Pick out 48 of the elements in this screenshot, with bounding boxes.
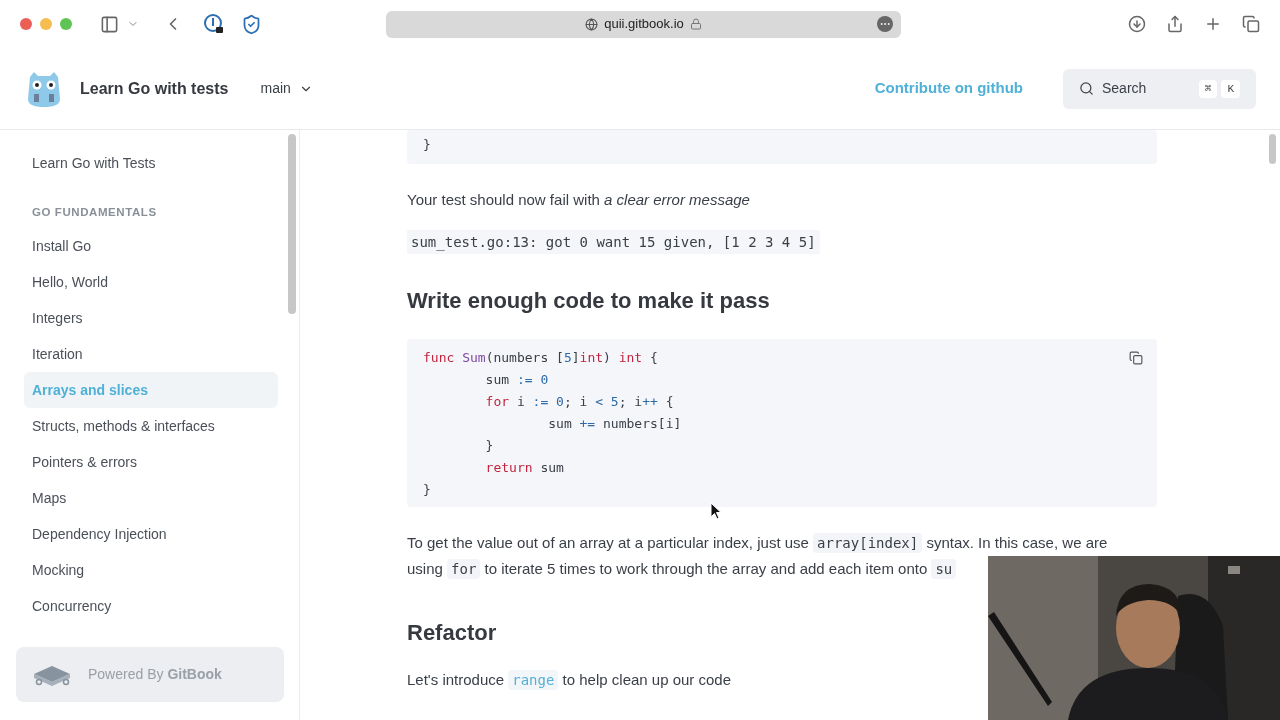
password-lock-icon[interactable]	[203, 13, 225, 35]
code-line: }	[423, 481, 431, 499]
copy-icon[interactable]	[1127, 349, 1145, 367]
sidebar-item[interactable]: Hello, World	[24, 264, 278, 301]
tabs-overview-icon[interactable]	[1242, 15, 1260, 33]
code-line: func Sum(numbers [5]int) int {	[423, 349, 658, 367]
sidebar-section-title: GO FUNDAMENTALS	[31, 205, 158, 220]
search-field[interactable]: Search ⌘ K	[1063, 68, 1256, 109]
sidebar-item[interactable]: Learn Go with Tests	[24, 145, 278, 181]
sidebar-item[interactable]: Maps	[24, 480, 278, 517]
powered-by-text: Powered By GitBook	[88, 665, 222, 684]
shield-check-icon[interactable]	[241, 13, 262, 35]
download-icon[interactable]	[1128, 15, 1146, 33]
url-text: quii.gitbook.io	[604, 15, 684, 34]
section-heading: Write enough code to make it pass	[407, 287, 771, 315]
site-title[interactable]: Learn Go with tests	[80, 76, 229, 101]
scrollbar-thumb[interactable]	[1269, 134, 1276, 164]
sidebar-item[interactable]: Structs, methods & interfaces	[24, 408, 278, 445]
code-line: sum := 0	[484, 371, 549, 389]
share-icon[interactable]	[1166, 15, 1184, 33]
scrollbar-thumb[interactable]	[288, 134, 296, 314]
more-icon[interactable]	[877, 16, 893, 32]
section-heading: Refactor	[407, 619, 498, 647]
new-tab-icon[interactable]	[1204, 15, 1222, 33]
paragraph: Your test should now fail with a clear error message	[407, 190, 751, 210]
sidebar-toggle-icon[interactable]	[100, 14, 119, 34]
sidebar-item[interactable]: Mocking	[24, 552, 278, 589]
globe-icon	[585, 17, 599, 31]
branch-dropdown[interactable]: main	[260, 78, 313, 99]
shortcut-key: ⌘	[1198, 79, 1218, 98]
search-placeholder: Search	[1102, 79, 1147, 98]
sidebar-item[interactable]: Concurrency	[24, 588, 278, 625]
close-window-icon[interactable]	[20, 18, 32, 30]
sidebar-item[interactable]: Integers	[24, 300, 278, 337]
sidebar-item[interactable]: Pointers & errors	[24, 444, 278, 481]
lock-icon	[689, 18, 702, 30]
sidebar-item[interactable]: Dependency Injection	[24, 516, 278, 553]
error-output: sum_test.go:13: got 0 want 15 given, [1 2 3 4 5]	[407, 230, 820, 254]
code-line: }	[484, 437, 494, 455]
sidebar-item[interactable]: Iteration	[24, 336, 278, 373]
address-bar[interactable]: quii.gitbook.io	[386, 10, 901, 38]
shortcut-key: K	[1221, 79, 1240, 98]
search-icon	[1079, 81, 1094, 96]
code-line: for i := 0; i < 5; i++ {	[484, 393, 674, 411]
code-line: return sum	[484, 459, 564, 477]
code-line: sum += numbers[i]	[547, 415, 682, 433]
code-line: }	[423, 136, 431, 154]
sidebar-item[interactable]: Install Go	[24, 228, 278, 265]
